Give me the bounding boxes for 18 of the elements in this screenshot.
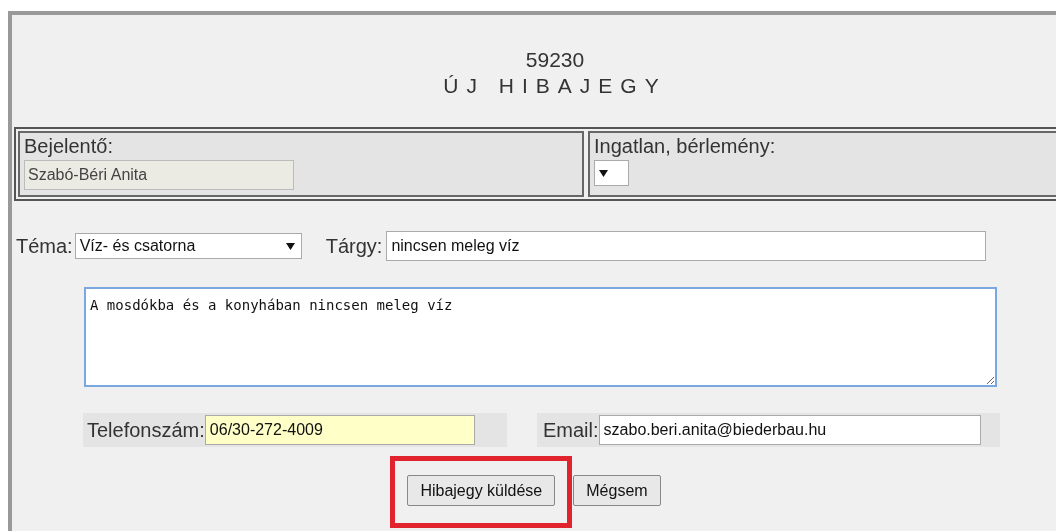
phone-field[interactable]: 06/30-272-4009 [204, 415, 475, 445]
field-label: Téma: [16, 234, 73, 258]
caret-icon [285, 242, 295, 250]
submit-button[interactable]: Hibajegy küldése [407, 475, 556, 506]
topic-dropdown[interactable]: Víz- és csatorna [74, 233, 302, 259]
subject-field[interactable]: nincsen meleg víz [386, 231, 987, 261]
field-label: Bejelentő: [24, 135, 113, 158]
field-label: Email: [543, 418, 599, 442]
field-label: Tárgy: [325, 234, 383, 258]
ticket-number: 59230 [525, 47, 585, 73]
description-field[interactable]: A mosdókba és a konyhában nincsen meleg víz [84, 287, 997, 387]
field-label: Ingatlan, bérlemény: [594, 135, 776, 158]
page-title: ÚJ HIBAJEGY [443, 73, 667, 99]
cancel-button[interactable]: Mégsem [573, 475, 661, 506]
email-field[interactable]: szabo.beri.anita@biederbau.hu [598, 415, 981, 445]
caret-icon [599, 169, 608, 177]
property-dropdown[interactable] [594, 160, 629, 186]
field-label: Telefonszám: [87, 418, 205, 442]
